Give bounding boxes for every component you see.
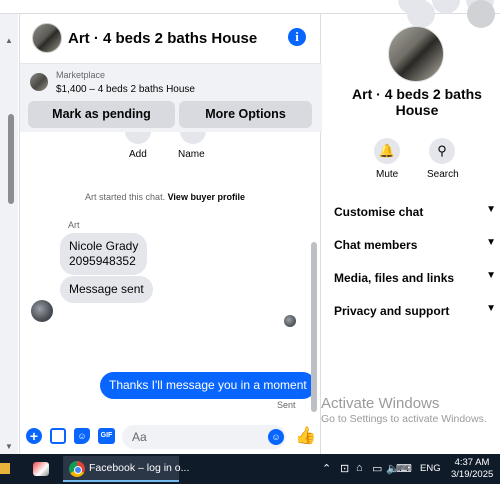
listing-small-thumbnail[interactable] bbox=[30, 73, 48, 91]
top-nav-button[interactable] bbox=[407, 0, 435, 28]
section-privacy-support[interactable]: Privacy and support ▼ bbox=[334, 303, 498, 318]
info-icon[interactable]: i bbox=[288, 28, 306, 46]
section-chat-members[interactable]: Chat members ▼ bbox=[334, 237, 498, 252]
chrome-icon[interactable] bbox=[69, 461, 85, 477]
sticker-icon[interactable]: ☺ bbox=[74, 428, 90, 444]
name-label: Name bbox=[178, 149, 205, 160]
listing-thumbnail[interactable] bbox=[32, 23, 62, 53]
outgoing-message-bubble[interactable]: Thanks I'll message you in a moment bbox=[100, 372, 316, 399]
section-label: Customise chat bbox=[334, 205, 424, 219]
listing-photo[interactable] bbox=[388, 26, 444, 82]
network-icon[interactable]: ⌂ bbox=[356, 462, 363, 474]
mute-label: Mute bbox=[376, 169, 399, 180]
emoji-icon[interactable]: ☺ bbox=[268, 429, 284, 445]
scroll-up-arrow-icon[interactable]: ▲ bbox=[5, 36, 13, 45]
incoming-message-bubble[interactable]: Nicole Grady 2095948352 bbox=[60, 233, 148, 275]
plus-icon[interactable]: + bbox=[26, 428, 42, 444]
section-label: Media, files and links bbox=[334, 271, 455, 285]
message-composer: + ☺ GIF Aa ☺ 👍 bbox=[20, 422, 322, 454]
clock-date: 3/19/2025 bbox=[451, 469, 494, 480]
tray-app-icon[interactable]: ⊡ bbox=[340, 462, 349, 475]
listing-price-title[interactable]: $1,400 – 4 beds 2 baths House bbox=[56, 84, 195, 95]
profile-avatar[interactable] bbox=[467, 0, 495, 28]
scroll-down-arrow-icon[interactable]: ▼ bbox=[5, 442, 13, 451]
chat-started-notice: Art started this chat. View buyer profil… bbox=[20, 192, 310, 202]
more-options-button[interactable]: More Options bbox=[179, 101, 312, 128]
keyboard-icon[interactable]: ⌨ bbox=[396, 462, 412, 475]
message-list: Add Name Art started this chat. View buy… bbox=[20, 132, 322, 422]
sent-status: Sent bbox=[277, 400, 296, 410]
add-button[interactable] bbox=[125, 132, 151, 144]
message-line: Nicole Grady bbox=[69, 239, 139, 253]
chevron-down-icon: ▼ bbox=[486, 204, 496, 215]
marketplace-listing-bar: Marketplace $1,400 – 4 beds 2 baths Hous… bbox=[20, 64, 322, 132]
message-input[interactable]: Aa ☺ bbox=[122, 425, 286, 449]
chat-started-text: Art started this chat. bbox=[85, 192, 166, 202]
sender-avatar[interactable] bbox=[31, 300, 53, 322]
view-buyer-profile-link[interactable]: View buyer profile bbox=[168, 192, 245, 202]
chat-title[interactable]: Art · 4 beds 2 baths House bbox=[68, 30, 257, 47]
page-scrollbar[interactable]: ▲ ▼ bbox=[0, 14, 18, 454]
seen-receipt-avatar bbox=[284, 315, 296, 327]
chat-header: Art · 4 beds 2 baths House i bbox=[20, 14, 322, 64]
message-line: 2095948352 bbox=[69, 254, 136, 268]
top-nav-button[interactable] bbox=[432, 0, 460, 14]
section-media-files-links[interactable]: Media, files and links ▼ bbox=[334, 270, 498, 285]
conversation-info-panel: Art · 4 beds 2 baths House 🔔 Mute ⚲ Sear… bbox=[322, 0, 500, 454]
message-line: Message sent bbox=[69, 282, 144, 296]
search-label: Search bbox=[427, 169, 459, 180]
clock[interactable]: 4:37 AM 3/19/2025 bbox=[451, 457, 493, 481]
tray-expand-icon[interactable]: ⌃ bbox=[322, 462, 331, 475]
search-icon[interactable]: ⚲ bbox=[429, 138, 455, 164]
display-icon[interactable]: ▭ bbox=[372, 462, 382, 475]
activate-windows-title: Activate Windows bbox=[321, 395, 440, 412]
photo-icon[interactable] bbox=[50, 428, 66, 444]
chat-panel: Art · 4 beds 2 baths House i Marketplace… bbox=[19, 14, 322, 454]
bell-icon[interactable]: 🔔 bbox=[374, 138, 400, 164]
chevron-down-icon: ▼ bbox=[486, 303, 496, 314]
mark-as-pending-button[interactable]: Mark as pending bbox=[28, 101, 175, 128]
activate-windows-subtitle: Go to Settings to activate Windows. bbox=[321, 413, 487, 425]
gif-icon[interactable]: GIF bbox=[98, 428, 115, 444]
message-scrollbar[interactable] bbox=[311, 242, 317, 412]
section-label: Chat members bbox=[334, 238, 418, 252]
file-explorer-icon[interactable] bbox=[0, 463, 10, 474]
section-customise-chat[interactable]: Customise chat ▼ bbox=[334, 204, 498, 219]
name-button[interactable] bbox=[180, 132, 206, 144]
info-panel-title: Art · 4 beds 2 baths House bbox=[352, 86, 482, 118]
message-input-placeholder: Aa bbox=[132, 430, 147, 444]
section-label: Privacy and support bbox=[334, 304, 450, 318]
clock-time: 4:37 AM bbox=[454, 457, 490, 468]
thumbs-up-icon[interactable]: 👍 bbox=[295, 426, 316, 446]
sender-name: Art bbox=[68, 220, 80, 230]
scrollbar-thumb[interactable] bbox=[8, 114, 14, 204]
listing-source: Marketplace bbox=[56, 70, 106, 80]
chevron-down-icon: ▼ bbox=[486, 237, 496, 248]
add-label: Add bbox=[129, 149, 147, 160]
taskbar-app-icon[interactable] bbox=[33, 462, 49, 476]
windows-taskbar: Facebook – log in o... ⌃ ⊡ ⌂ ▭ 🔈 ⌨ ENG 4… bbox=[0, 454, 500, 484]
chevron-down-icon: ▼ bbox=[486, 270, 496, 281]
language-indicator[interactable]: ENG bbox=[420, 463, 441, 474]
incoming-message-bubble[interactable]: Message sent bbox=[60, 276, 153, 303]
taskbar-task-label[interactable]: Facebook – log in o... bbox=[89, 462, 189, 474]
